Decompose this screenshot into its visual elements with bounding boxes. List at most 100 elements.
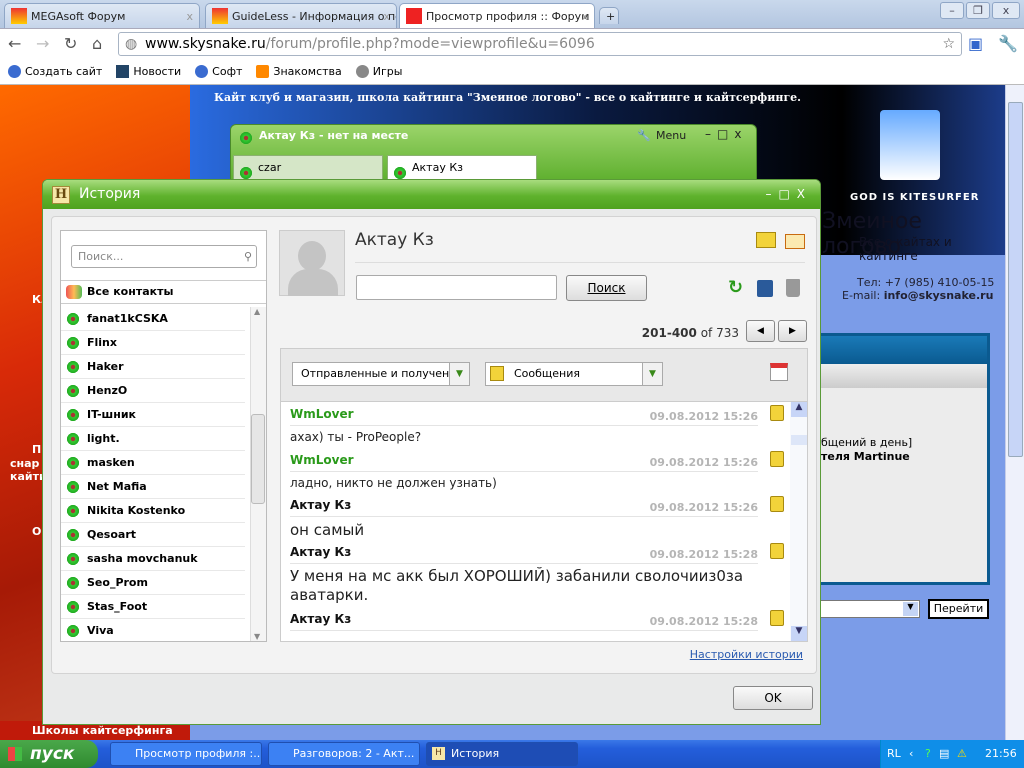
- note-icon[interactable]: [756, 232, 776, 248]
- globe-icon: [355, 64, 369, 78]
- page-scrollbar[interactable]: [1005, 85, 1024, 740]
- contact-item[interactable]: Viva: [61, 619, 245, 641]
- message-icon[interactable]: [770, 451, 784, 467]
- contact-item[interactable]: Net Mafia: [61, 475, 245, 499]
- chat-tab[interactable]: czar: [233, 155, 383, 181]
- browser-tab[interactable]: MEGAsoft Форум x: [4, 3, 200, 28]
- network-icon[interactable]: ▤: [939, 740, 949, 768]
- message-author: WmLover: [290, 453, 354, 467]
- contact-item[interactable]: Seo_Prom: [61, 571, 245, 595]
- contact-item[interactable]: Haker: [61, 355, 245, 379]
- system-tray: RL ‹ ? ▤ ⚠ 21:56: [880, 740, 1024, 768]
- chat-tab-active[interactable]: Актау Кз: [387, 155, 537, 181]
- browser-tab-active[interactable]: Просмотр профиля :: Форум x: [399, 3, 595, 28]
- browser-toolbar: ← → ↻ ⌂ ◍ www.skysnake.ru/forum/profile.p…: [0, 28, 1024, 58]
- taskbar-item[interactable]: Просмотр профиля :...: [110, 742, 262, 766]
- chevron-left-icon[interactable]: ‹: [909, 740, 913, 768]
- new-tab-button[interactable]: +: [599, 7, 619, 24]
- type-filter-dropdown[interactable]: Сообщения ▼: [485, 362, 663, 386]
- message-header: Актау Кз 09.08.2012 15:28: [290, 610, 784, 631]
- minimize-icon[interactable]: –: [940, 2, 964, 19]
- window-controls[interactable]: –□X: [765, 180, 812, 209]
- contact-card-icon[interactable]: [785, 234, 805, 249]
- contact-item[interactable]: sasha movchanuk: [61, 547, 245, 571]
- icq-flower-icon: [66, 360, 80, 374]
- forum-jump-select[interactable]: ▼: [815, 600, 920, 618]
- message-search-input[interactable]: [356, 275, 557, 300]
- home-icon[interactable]: ⌂: [92, 34, 102, 53]
- start-button[interactable]: пуск: [0, 740, 98, 768]
- menu-button[interactable]: Menu: [656, 129, 686, 142]
- bookmark[interactable]: Софт: [195, 64, 242, 78]
- reload-icon[interactable]: ↻: [64, 34, 77, 53]
- contact-item[interactable]: light.: [61, 427, 245, 451]
- contact-item[interactable]: Qesoart: [61, 523, 245, 547]
- bookmark[interactable]: Новости: [116, 64, 181, 78]
- contact-item[interactable]: HenzO: [61, 379, 245, 403]
- address-bar[interactable]: ◍ www.skysnake.ru/forum/profile.php?mode=…: [118, 32, 962, 56]
- message-icon: [490, 366, 504, 381]
- extension-icon[interactable]: ▣: [968, 34, 983, 53]
- restore-icon[interactable]: ❐: [966, 2, 990, 19]
- help-icon[interactable]: ?: [925, 740, 931, 768]
- forward-icon[interactable]: →: [36, 34, 49, 53]
- contact-item[interactable]: IT-шник: [61, 403, 245, 427]
- message-author: Актау Кз: [290, 545, 352, 559]
- bookmarks-bar: Создать сайт Новости Софт Знакомства Игр…: [0, 58, 1024, 85]
- ok-button[interactable]: OK: [733, 686, 813, 710]
- contact-item[interactable]: Flinx: [61, 331, 245, 355]
- trash-icon[interactable]: [786, 279, 800, 297]
- star-icon[interactable]: ☆: [942, 33, 955, 55]
- wrench-icon[interactable]: 🔧: [637, 129, 651, 142]
- contact-item[interactable]: Nikita Kostenko: [61, 499, 245, 523]
- message-icon[interactable]: [770, 543, 784, 559]
- contact-item[interactable]: Stas_Foot: [61, 595, 245, 619]
- chevron-down-icon: ▼: [642, 363, 662, 385]
- message-time: 09.08.2012 15:26: [649, 410, 758, 423]
- taskbar-item-active[interactable]: H История: [426, 742, 578, 766]
- window-controls[interactable]: –□x: [705, 127, 747, 141]
- bookmark[interactable]: Игры: [355, 64, 402, 78]
- icq-flower-icon: [66, 576, 80, 590]
- close-window-icon[interactable]: x: [992, 2, 1020, 19]
- message-icon[interactable]: [770, 610, 784, 626]
- wrench-icon[interactable]: 🔧: [998, 34, 1018, 53]
- contacts-panel: Поиск... ⚲ Все контакты fanat1kCSKA Flinx H…: [60, 230, 267, 642]
- next-page-button[interactable]: ▶: [778, 320, 807, 342]
- scroll-up-icon[interactable]: ▲: [791, 402, 807, 417]
- history-settings-link[interactable]: Настройки истории: [663, 648, 803, 661]
- message-scrollbar[interactable]: ▲ ▼: [790, 402, 807, 641]
- scroll-thumb[interactable]: [791, 435, 807, 445]
- close-tab-icon[interactable]: x: [581, 10, 588, 23]
- all-contacts-item[interactable]: Все контакты: [61, 280, 266, 304]
- bookmark[interactable]: Создать сайт: [8, 64, 102, 78]
- back-icon[interactable]: ←: [8, 34, 21, 53]
- browser-tab[interactable]: GuideLess - Информация о по x: [205, 3, 397, 28]
- direction-filter-dropdown[interactable]: Отправленные и получен... ▼: [292, 362, 470, 386]
- bookmark[interactable]: Знакомства: [256, 64, 342, 78]
- prev-page-button[interactable]: ◀: [746, 320, 775, 342]
- language-indicator[interactable]: RL: [887, 740, 901, 768]
- globe-icon: ◍: [125, 36, 138, 52]
- contact-item[interactable]: fanat1kCSKA: [61, 307, 245, 331]
- close-tab-icon[interactable]: x: [383, 10, 390, 23]
- taskbar-item[interactable]: Разговоров: 2 - Акт...: [268, 742, 420, 766]
- contact-item[interactable]: masken: [61, 451, 245, 475]
- calendar-icon[interactable]: [770, 363, 788, 381]
- scroll-thumb[interactable]: [251, 414, 265, 504]
- message-icon[interactable]: [770, 405, 784, 421]
- scroll-down-icon[interactable]: ▼: [791, 626, 807, 641]
- warning-icon[interactable]: ⚠: [957, 740, 967, 768]
- email-link[interactable]: info@skysnake.ru: [884, 289, 994, 302]
- close-tab-icon[interactable]: x: [186, 10, 193, 23]
- search-button[interactable]: Поиск: [566, 275, 647, 301]
- go-button[interactable]: Перейти: [928, 599, 989, 619]
- icq-flower-icon: [66, 456, 80, 470]
- contact-search-input[interactable]: Поиск... ⚲: [71, 245, 257, 268]
- refresh-icon[interactable]: ↻: [728, 277, 743, 298]
- save-icon[interactable]: [757, 280, 773, 297]
- scroll-thumb[interactable]: [1008, 102, 1023, 457]
- contact-name: Актау Кз: [355, 230, 434, 250]
- history-h-icon: H: [52, 186, 70, 204]
- message-icon[interactable]: [770, 496, 784, 512]
